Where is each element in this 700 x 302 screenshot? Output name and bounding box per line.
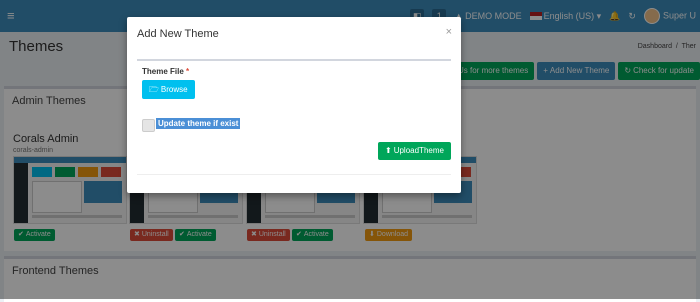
add-theme-modal: Add New Theme × Theme File * 🗁 Browse Upd… xyxy=(127,17,461,193)
theme-file-label: Theme File * xyxy=(142,67,190,76)
modal-footer-divider xyxy=(137,174,451,175)
upload-theme-button[interactable]: ⬆ UploadTheme xyxy=(378,142,451,160)
update-theme-label[interactable]: Update theme if exist xyxy=(156,118,241,129)
modal-title: Add New Theme xyxy=(137,28,219,40)
update-theme-checkbox[interactable] xyxy=(142,119,155,132)
browse-button[interactable]: 🗁 Browse xyxy=(142,80,195,99)
close-icon[interactable]: × xyxy=(446,26,452,38)
folder-open-icon: 🗁 xyxy=(149,85,159,94)
upload-icon: ⬆ xyxy=(385,146,392,155)
divider xyxy=(137,59,451,61)
required-mark: * xyxy=(186,67,190,76)
